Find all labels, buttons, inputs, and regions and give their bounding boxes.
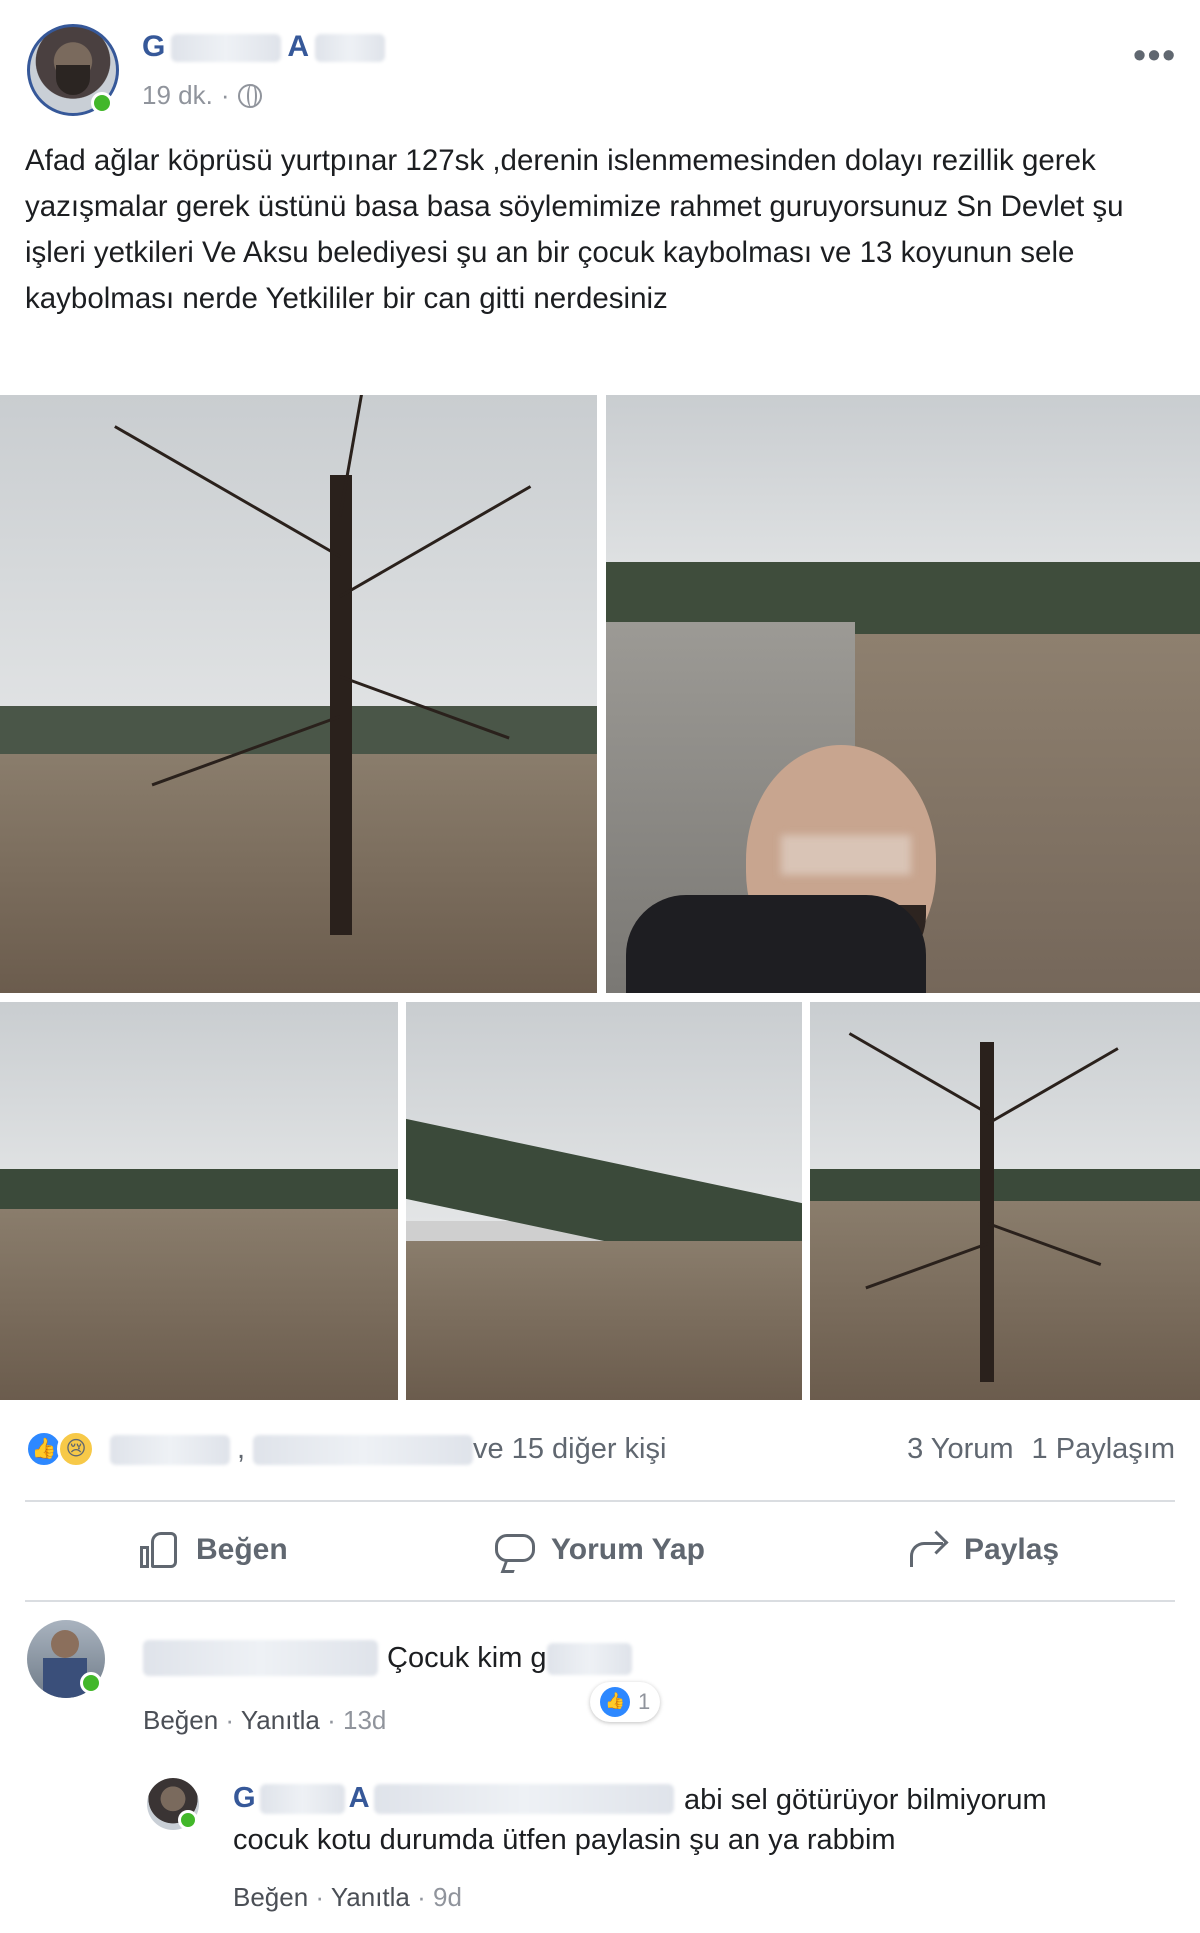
comment-reaction-badge[interactable]: 👍 1 (590, 1682, 661, 1722)
reply-author-name[interactable]: GA (233, 1782, 674, 1815)
photo-flood-landscape-2[interactable] (406, 1002, 802, 1400)
reply-text-line-1: abi sel götürüyor bilmiyorum (684, 1784, 1047, 1816)
redacted-commenter-name[interactable] (143, 1640, 378, 1676)
reply-reply-link[interactable]: Yanıtla (331, 1882, 410, 1912)
redacted-reactor-name (110, 1435, 230, 1465)
globe-icon[interactable] (237, 83, 262, 108)
comment-timestamp[interactable]: 13d (343, 1705, 386, 1735)
photo-flooded-tree-2[interactable] (810, 1002, 1200, 1400)
comment-button[interactable]: Yorum Yap (493, 1520, 705, 1580)
share-icon (906, 1528, 950, 1572)
author-first-initial: G (142, 30, 166, 63)
online-status-icon (91, 92, 113, 114)
divider (25, 1600, 1175, 1602)
comment-count-link[interactable]: 3 Yorum (907, 1433, 1013, 1465)
redacted-name-blur (171, 34, 282, 63)
share-button-label: Paylaş (964, 1533, 1060, 1566)
reply-actions: Beğen · Yanıtla · 9d (233, 1882, 462, 1913)
redacted-text-blur (546, 1643, 632, 1676)
post-timestamp[interactable]: 19 dk. (142, 80, 213, 111)
reply-author-first-initial: G (233, 1782, 256, 1814)
photo-selfie-road[interactable] (606, 395, 1200, 993)
post-text: Afad ağlar köprüsü yurtpınar 127sk ,dere… (25, 144, 1124, 315)
redacted-name-blur (315, 34, 386, 63)
thumbs-up-icon (138, 1528, 182, 1572)
action-separator: · (327, 1705, 336, 1735)
divider (25, 1500, 1175, 1502)
comment-text-content: Çocuk kim g (387, 1642, 547, 1674)
reactions-summary: 👍 😢 , ve 15 diğer kişi 3 Yorum 1 Paylaşım (25, 1425, 1175, 1475)
sad-reaction-icon[interactable]: 😢 (57, 1430, 95, 1468)
reactors-others-link[interactable]: ve 15 diğer kişi (473, 1433, 666, 1466)
meta-separator: · (220, 80, 230, 110)
reply-like-link[interactable]: Beğen (233, 1882, 308, 1912)
redacted-reactor-name (253, 1435, 473, 1465)
post-header: GA 19 dk. · ••• (27, 24, 1177, 124)
like-button-label: Beğen (196, 1533, 288, 1566)
action-separator: · (315, 1882, 325, 1912)
online-status-icon (80, 1672, 102, 1694)
action-separator: · (417, 1882, 426, 1912)
redacted-name-blur (259, 1784, 345, 1815)
comment-like-link[interactable]: Beğen (143, 1705, 218, 1735)
reactor-separator: , (237, 1433, 246, 1465)
comment-button-label: Yorum Yap (551, 1533, 705, 1566)
comment-reply-link[interactable]: Yanıtla (241, 1705, 320, 1735)
reply-timestamp[interactable]: 9d (433, 1882, 462, 1912)
author-last-initial: A (287, 30, 310, 63)
avatar-face (56, 65, 90, 95)
photo-flood-landscape-1[interactable] (0, 1002, 398, 1400)
online-status-icon (178, 1810, 198, 1830)
action-separator: · (225, 1705, 235, 1735)
author-name[interactable]: GA (142, 30, 391, 64)
comment-actions: Beğen · Yanıtla · 13d (143, 1705, 386, 1736)
post-meta: 19 dk. · (142, 80, 262, 111)
redacted-name-blur (373, 1784, 674, 1815)
photo-flooded-tree[interactable] (0, 395, 597, 993)
comment-icon (493, 1528, 537, 1572)
share-button[interactable]: Paylaş (906, 1520, 1059, 1580)
like-button[interactable]: Beğen (138, 1520, 288, 1580)
share-count-link[interactable]: 1 Paylaşım (1032, 1433, 1175, 1465)
comment-text: Çocuk kim g (387, 1638, 632, 1678)
like-icon: 👍 (600, 1687, 630, 1717)
reply-text-line-2: cocuk kotu durumda ütfen paylasin şu an … (233, 1824, 896, 1856)
engagement-counts: 3 Yorum 1 Paylaşım (889, 1433, 1175, 1466)
reply-author-last-initial: A (348, 1782, 370, 1814)
comment-reaction-count: 1 (638, 1689, 651, 1714)
more-options-icon[interactable]: ••• (1133, 34, 1177, 76)
